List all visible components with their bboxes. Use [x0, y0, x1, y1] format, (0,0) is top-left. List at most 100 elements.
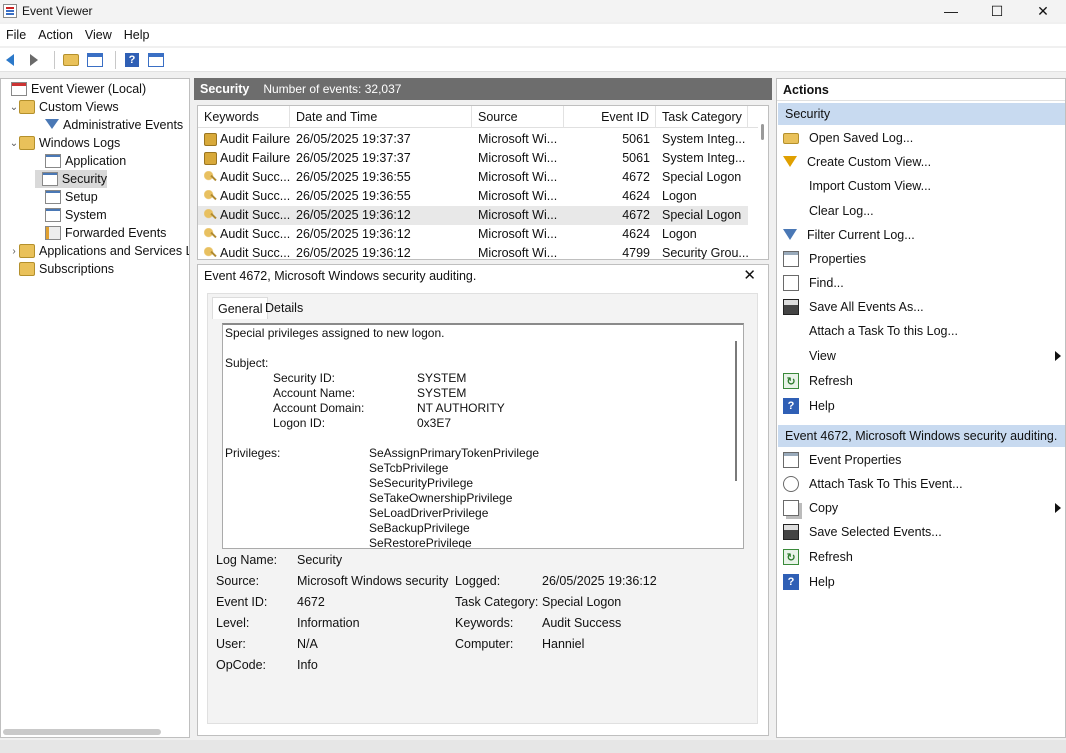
table-row[interactable]: Audit Succ... 26/05/2025 19:36:12 Microsof…: [198, 225, 748, 244]
property-label: User:: [216, 637, 246, 651]
action-item[interactable]: Open Saved Log...: [777, 127, 1065, 149]
column-source[interactable]: Source: [472, 106, 564, 128]
cell-date-time: 26/05/2025 19:37:37: [296, 151, 411, 165]
back-arrow-icon: [6, 53, 14, 66]
action-label: Refresh: [809, 550, 853, 564]
action-item[interactable]: Copy: [777, 497, 1065, 519]
actions-section-security[interactable]: Security: [778, 103, 1065, 125]
menu-action[interactable]: Action: [32, 28, 79, 42]
expand-toggle-icon[interactable]: ⌄: [9, 138, 19, 149]
save-icon: [783, 299, 799, 315]
tree-item[interactable]: ⌄ Custom Views: [9, 98, 119, 116]
column-date-time[interactable]: Date and Time: [290, 106, 472, 128]
expand-toggle-icon[interactable]: ›: [9, 246, 19, 257]
tree-item[interactable]: Forwarded Events: [35, 224, 166, 242]
action-item[interactable]: ↻ Refresh: [777, 370, 1065, 392]
action-label: Open Saved Log...: [809, 131, 914, 145]
column-event-id[interactable]: Event ID: [564, 106, 656, 128]
action-item[interactable]: Properties: [777, 248, 1065, 270]
minimize-button[interactable]: —: [928, 0, 974, 22]
subject-label: Subject:: [225, 356, 269, 370]
event-description[interactable]: Special privileges assigned to new logon…: [222, 323, 744, 549]
cell-task-category: Special Logon: [662, 170, 742, 184]
events-scrollbar[interactable]: [761, 124, 764, 140]
tree-item[interactable]: ⌄ Windows Logs: [9, 134, 120, 152]
property-label: Log Name:: [216, 553, 278, 567]
folder-icon: [19, 100, 35, 114]
subject-field-label: Security ID:: [273, 371, 336, 385]
events-table: Keywords Date and Time Source Event ID T…: [197, 105, 769, 260]
find-icon: [783, 275, 799, 291]
actions-section-event[interactable]: Event 4672, Microsoft Windows security a…: [778, 425, 1065, 447]
description-scrollbar[interactable]: [735, 341, 737, 481]
action-item[interactable]: Attach a Task To this Log...: [777, 320, 1065, 342]
console-tree-icon: [87, 52, 103, 67]
close-button[interactable]: ✕: [1020, 0, 1066, 22]
tree-item[interactable]: Subscriptions: [9, 260, 114, 278]
forward-button[interactable]: [24, 50, 44, 70]
action-item[interactable]: Event Properties: [777, 449, 1065, 471]
menu-view[interactable]: View: [79, 28, 118, 42]
action-item[interactable]: Import Custom View...: [777, 175, 1065, 197]
menu-help[interactable]: Help: [118, 28, 156, 42]
cell-event-id: 4624: [622, 227, 650, 241]
action-item[interactable]: View: [777, 345, 1065, 367]
help-button[interactable]: ?: [122, 50, 142, 70]
tree-item[interactable]: Event Viewer (Local): [1, 80, 146, 98]
tree-item[interactable]: › Applications and Services Lo: [9, 242, 190, 260]
tab-details[interactable]: Details: [260, 297, 308, 319]
privilege-item: SeTcbPrivilege: [369, 461, 449, 475]
action-item[interactable]: Save Selected Events...: [777, 521, 1065, 543]
tree-item[interactable]: System: [35, 206, 107, 224]
doc-icon: [783, 251, 799, 267]
tree-item[interactable]: Security: [35, 170, 107, 188]
table-row[interactable]: Audit Failure 26/05/2025 19:37:37 Microsof…: [198, 130, 748, 149]
menu-file[interactable]: File: [0, 28, 32, 42]
table-row[interactable]: Audit Succ... 26/05/2025 19:36:12 Microsof…: [198, 206, 748, 225]
action-item[interactable]: ? Help: [777, 395, 1065, 417]
show-hide-tree-button[interactable]: [85, 50, 105, 70]
table-row[interactable]: Audit Succ... 26/05/2025 19:36:55 Microsof…: [198, 187, 748, 206]
tree-scrollbar[interactable]: [3, 729, 161, 735]
folder-icon: [19, 244, 35, 258]
tree-item[interactable]: Administrative Events: [35, 116, 183, 134]
column-keywords[interactable]: Keywords: [198, 106, 290, 128]
action-label: Event Properties: [809, 453, 902, 467]
table-row[interactable]: Audit Failure 26/05/2025 19:37:37 Microsof…: [198, 149, 748, 168]
tree-item-label: Applications and Services Lo: [39, 244, 190, 258]
tree-item[interactable]: Setup: [35, 188, 98, 206]
action-pane-icon: [148, 52, 164, 67]
folder-icon: [19, 136, 35, 150]
expand-toggle-icon[interactable]: ⌄: [9, 102, 19, 113]
table-row[interactable]: Audit Succ... 26/05/2025 19:36:55 Microsof…: [198, 168, 748, 187]
back-button[interactable]: [0, 50, 20, 70]
action-label: Create Custom View...: [807, 155, 932, 169]
detail-close-icon[interactable]: ✕: [743, 266, 756, 284]
action-item[interactable]: Find...: [777, 272, 1065, 294]
up-folder-button[interactable]: [61, 50, 81, 70]
action-item[interactable]: Attach Task To This Event...: [777, 473, 1065, 495]
task-icon: [783, 476, 799, 492]
subject-field-value: NT AUTHORITY: [417, 401, 505, 415]
action-item[interactable]: ? Help: [777, 571, 1065, 593]
action-item[interactable]: Save All Events As...: [777, 296, 1065, 318]
action-item[interactable]: ↻ Refresh: [777, 546, 1065, 568]
filt-icon: [783, 229, 797, 241]
table-row[interactable]: Audit Succ... 26/05/2025 19:36:12 Microsof…: [198, 244, 748, 259]
property-label: OpCode:: [216, 658, 267, 672]
show-hide-action-pane-button[interactable]: [146, 50, 166, 70]
privilege-item: SeLoadDriverPrivilege: [369, 506, 489, 520]
cell-keywords: Audit Succ...: [220, 208, 290, 222]
cell-source: Microsoft Wi...: [478, 170, 558, 184]
action-item[interactable]: Clear Log...: [777, 200, 1065, 222]
tree-item[interactable]: Application: [35, 152, 126, 170]
action-label: Help: [809, 399, 835, 413]
detail-title: Event 4672, Microsoft Windows security a…: [204, 269, 477, 283]
action-item[interactable]: Filter Current Log...: [777, 224, 1065, 246]
action-item[interactable]: Create Custom View...: [777, 151, 1065, 173]
maximize-button[interactable]: ☐: [974, 0, 1020, 22]
tree-item-label: Windows Logs: [39, 136, 121, 150]
audit-failure-lock-icon: [204, 133, 217, 146]
property-value: Info: [297, 658, 318, 672]
column-task-category[interactable]: Task Category: [656, 106, 748, 128]
